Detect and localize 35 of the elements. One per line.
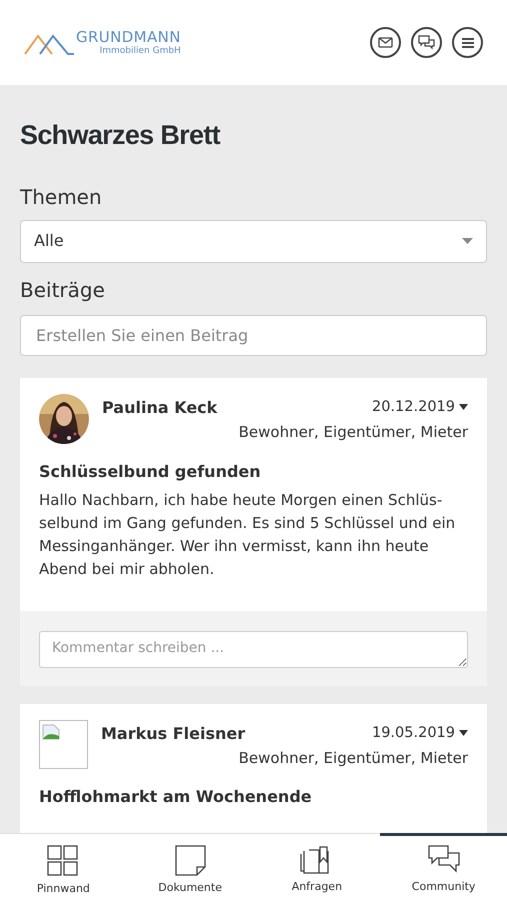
- nav-tab[interactable]: Pinnwand: [0, 833, 127, 900]
- note-icon: [174, 845, 206, 876]
- post-title: Schlüsselbund gefunden: [39, 460, 262, 482]
- audience-text: Bewohner, Eigentümer, Mieter: [238, 422, 468, 442]
- post-date: 19.05.2019: [372, 724, 455, 742]
- grid-icon: [47, 845, 80, 877]
- logo-name: GRUNDMANN: [76, 30, 181, 44]
- topics-label: Themen: [20, 184, 103, 210]
- comment-field[interactable]: Kommentar schreiben ...: [39, 630, 468, 668]
- author-name: Markus Fleisner: [101, 722, 246, 744]
- post-body: Hallo Nachbarn, ich habe heute Morgen einen Schlüs-selbund im Gang gefunden. Es sind 5 Schlüssel und ein Messinganhänger. Wer ihn vermisst, kann ihn heute Abend bei mir abholen.: [39, 490, 456, 580]
- menu-icon: [460, 36, 474, 48]
- new-post-field[interactable]: Erstellen Sie einen Beitrag: [20, 314, 487, 356]
- chat-icon: [418, 35, 435, 50]
- caret-icon: [462, 238, 473, 244]
- audience-text: Bewohner, Eigentümer, Mieter: [238, 748, 468, 768]
- nav-tab[interactable]: Dokumente: [126, 833, 254, 900]
- caret-icon[interactable]: [459, 730, 468, 736]
- menu-button[interactable]: [452, 27, 483, 58]
- page-title: Schwarzes Brett: [20, 119, 222, 152]
- post-title: Hofflohmarkt am Wochenende: [39, 786, 313, 808]
- post-date: 20.12.2019: [372, 398, 455, 416]
- posts-label: Beiträge: [20, 276, 106, 304]
- chat-icon: [428, 845, 460, 875]
- topics-dropdown[interactable]: Alle: [20, 220, 487, 262]
- mail-button[interactable]: [370, 27, 401, 58]
- logo-subtitle: Immobilien GmbH: [100, 46, 181, 56]
- mail-icon: [378, 37, 393, 48]
- nav-tab[interactable]: Community: [380, 833, 507, 900]
- chat-button[interactable]: [411, 27, 442, 58]
- nav-tab[interactable]: Anfragen: [254, 833, 380, 900]
- caret-icon[interactable]: [459, 404, 468, 410]
- author-name: Paulina Keck: [102, 396, 218, 418]
- logo-mark-icon: [24, 32, 74, 56]
- broken-image-icon: [39, 720, 88, 768]
